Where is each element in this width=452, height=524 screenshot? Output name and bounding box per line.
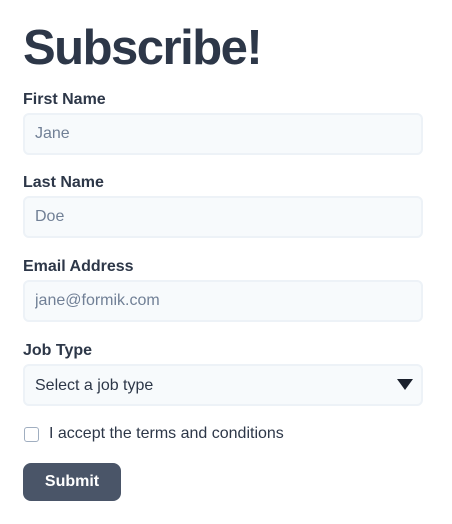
first-name-group: First Name [23,91,423,155]
job-type-select[interactable]: Select a job type [23,364,423,406]
email-group: Email Address [23,258,423,322]
last-name-input[interactable] [23,196,423,238]
terms-label: I accept the terms and conditions [49,425,284,442]
last-name-group: Last Name [23,174,423,238]
terms-checkbox[interactable] [24,426,39,442]
submit-button[interactable]: Submit [23,463,121,501]
first-name-input[interactable] [23,113,423,155]
page-title: Subscribe! [23,21,263,75]
terms-row: I accept the terms and conditions [23,424,284,444]
job-type-label: Job Type [23,342,93,359]
email-input[interactable] [23,280,423,322]
last-name-label: Last Name [23,174,104,191]
job-type-select-wrapper: Select a job type [23,364,423,406]
email-label: Email Address [23,258,134,275]
job-type-group: Job Type Select a job type [23,342,423,406]
first-name-label: First Name [23,91,106,108]
